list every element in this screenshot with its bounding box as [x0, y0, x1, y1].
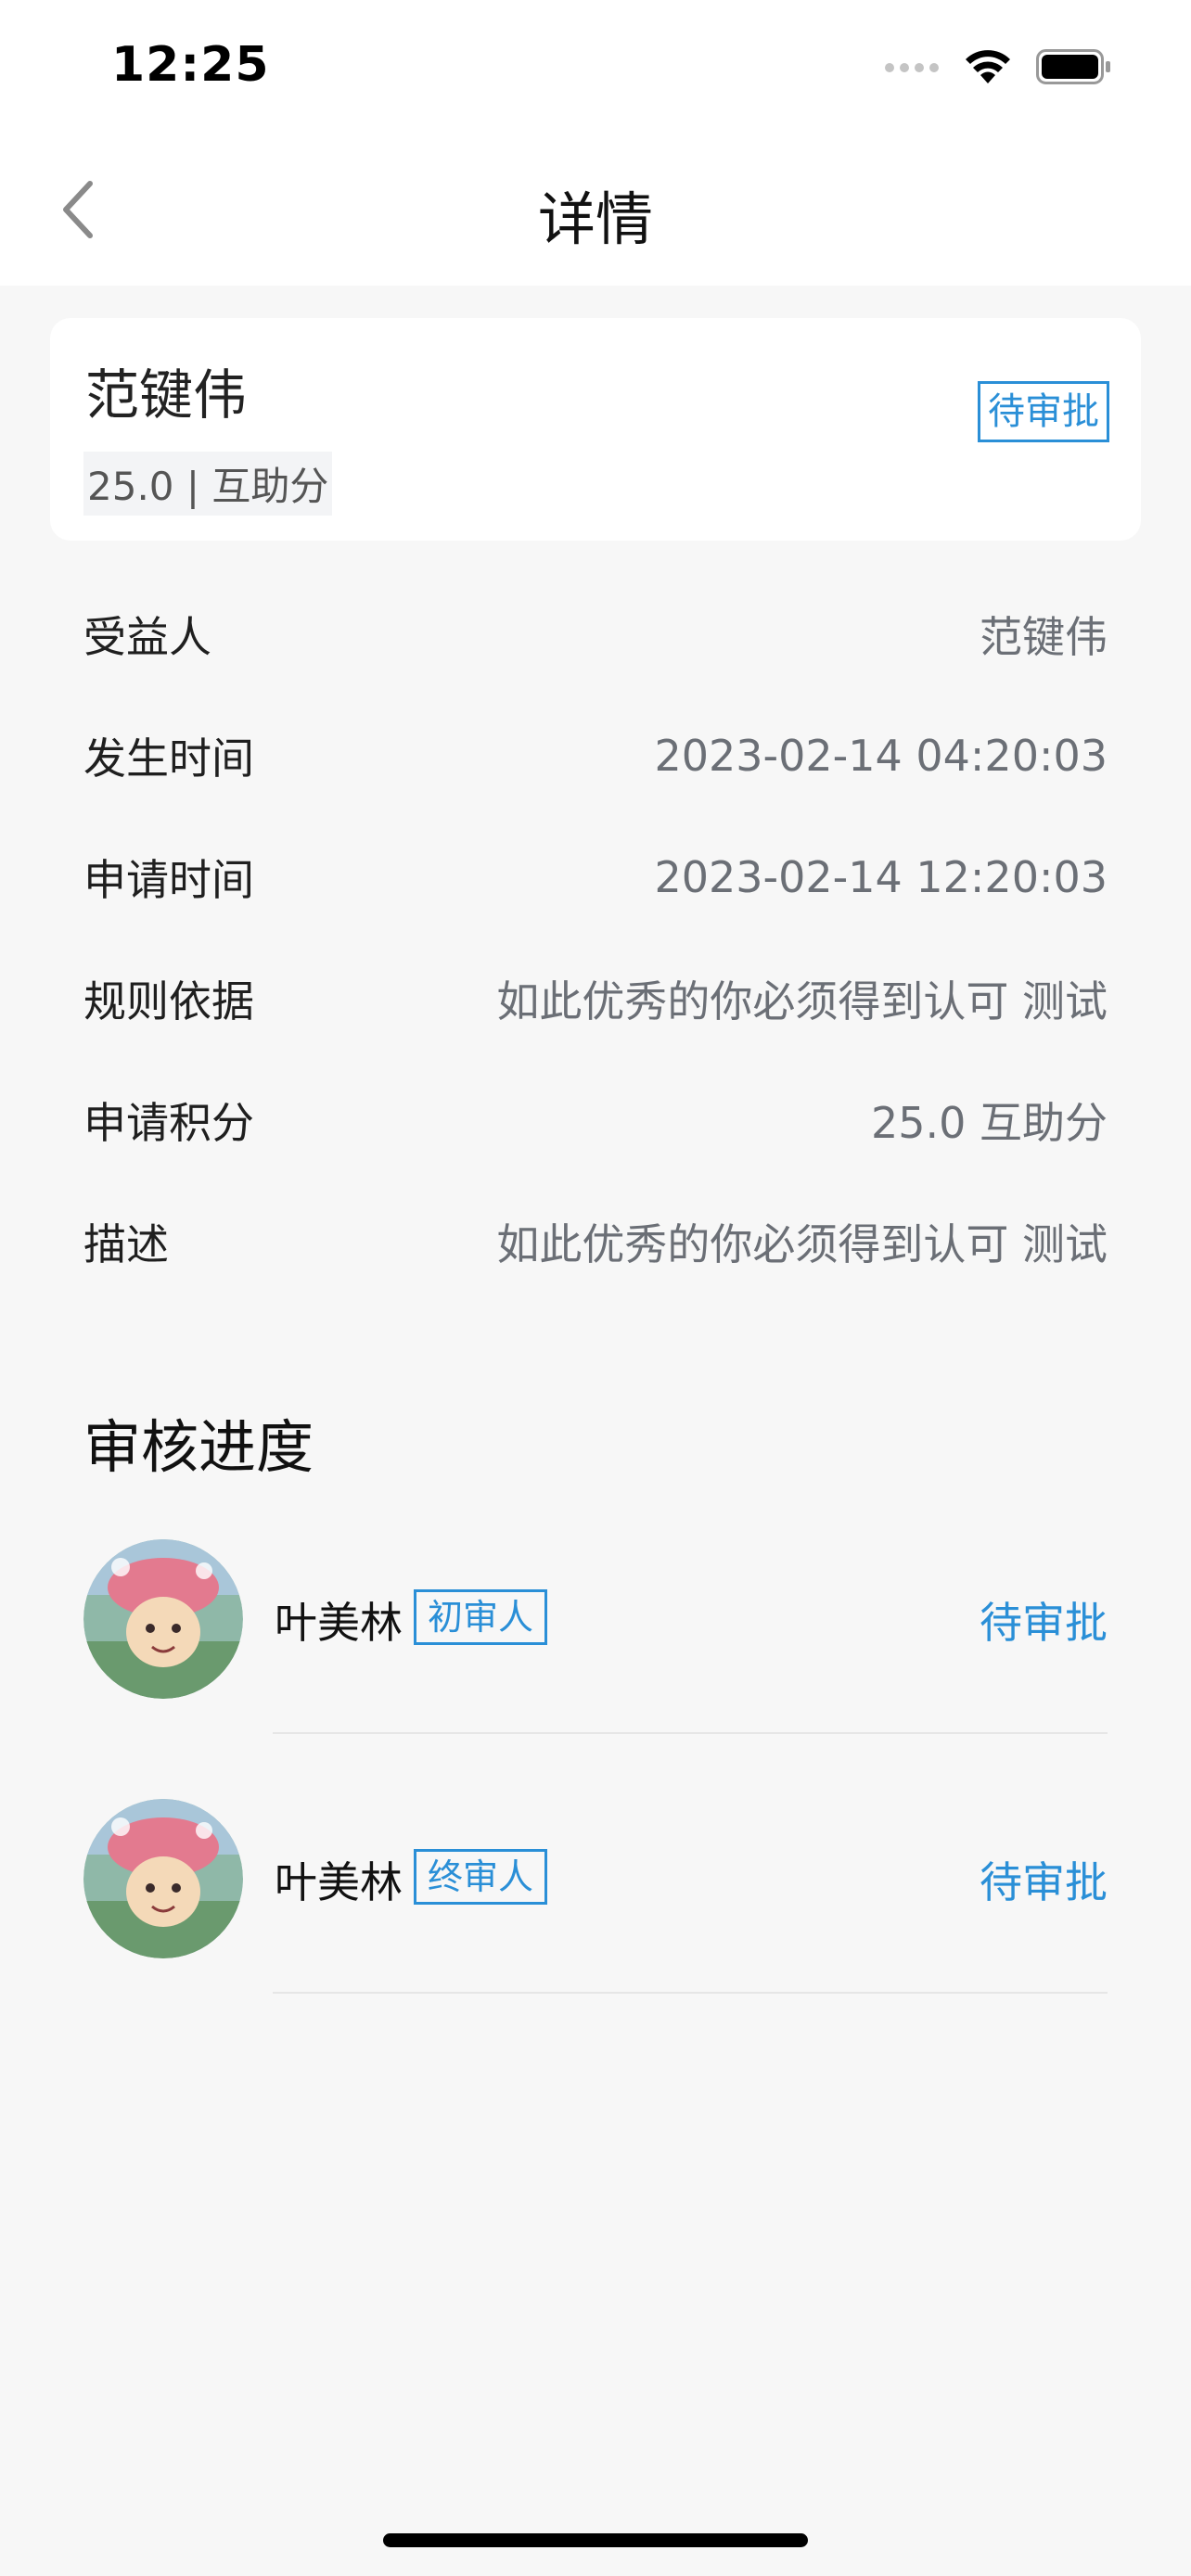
status-bar: 12:25 — [0, 0, 1191, 139]
detail-label: 受益人 — [83, 611, 211, 662]
wifi-icon — [964, 48, 1012, 89]
detail-row-beneficiary: 受益人 范键伟 — [83, 573, 1108, 695]
nav-bar: 详情 — [0, 139, 1191, 286]
role-tag: 终审人 — [414, 1849, 548, 1905]
divider — [273, 1992, 1108, 1994]
detail-label: 发生时间 — [83, 733, 254, 784]
approver-name: 叶美林 — [275, 1857, 403, 1907]
detail-value: 如此优秀的你必须得到认可 测试 — [496, 1218, 1108, 1269]
applicant-name: 范键伟 — [85, 363, 248, 427]
detail-row-rule-basis: 规则依据 如此优秀的你必须得到认可 测试 — [83, 937, 1108, 1059]
approver-status: 待审批 — [980, 1857, 1108, 1907]
detail-label: 申请积分 — [83, 1097, 254, 1148]
approver-item[interactable]: 叶美林 终审人 待审批 — [83, 1799, 1108, 2059]
detail-label: 申请时间 — [83, 854, 254, 905]
progress-title: 审核进度 — [83, 1413, 314, 1481]
detail-value: 2023-02-14 04:20:03 — [654, 730, 1108, 781]
battery-icon — [1036, 48, 1112, 89]
status-icons — [884, 48, 1112, 89]
role-tag: 初审人 — [414, 1589, 548, 1645]
detail-row-apply-points: 申请积分 25.0 互助分 — [83, 1059, 1108, 1180]
page-title: 详情 — [537, 185, 653, 253]
points-summary: 25.0 | 互助分 — [83, 452, 333, 516]
detail-row-apply-time: 申请时间 2023-02-14 12:20:03 — [83, 816, 1108, 937]
detail-list: 受益人 范键伟 发生时间 2023-02-14 04:20:03 申请时间 20… — [83, 573, 1108, 1302]
divider — [273, 1732, 1108, 1734]
detail-row-occur-time: 发生时间 2023-02-14 04:20:03 — [83, 695, 1108, 816]
signal-icon — [884, 60, 940, 78]
home-indicator[interactable] — [383, 2533, 808, 2547]
detail-row-description: 描述 如此优秀的你必须得到认可 测试 — [83, 1180, 1108, 1302]
status-badge: 待审批 — [978, 381, 1109, 442]
avatar — [83, 1799, 243, 1958]
avatar — [83, 1539, 243, 1699]
status-time: 12:25 — [111, 37, 270, 93]
detail-value: 25.0 互助分 — [870, 1097, 1108, 1148]
approver-name: 叶美林 — [275, 1598, 403, 1648]
summary-card: 范键伟 25.0 | 互助分 待审批 — [50, 318, 1141, 541]
approver-item[interactable]: 叶美林 初审人 待审批 — [83, 1539, 1108, 1799]
approver-status: 待审批 — [980, 1598, 1108, 1648]
detail-label: 规则依据 — [83, 976, 254, 1027]
detail-value: 范键伟 — [980, 611, 1108, 662]
detail-value: 如此优秀的你必须得到认可 测试 — [496, 976, 1108, 1027]
detail-label: 描述 — [83, 1218, 169, 1269]
detail-value: 2023-02-14 12:20:03 — [654, 851, 1108, 902]
